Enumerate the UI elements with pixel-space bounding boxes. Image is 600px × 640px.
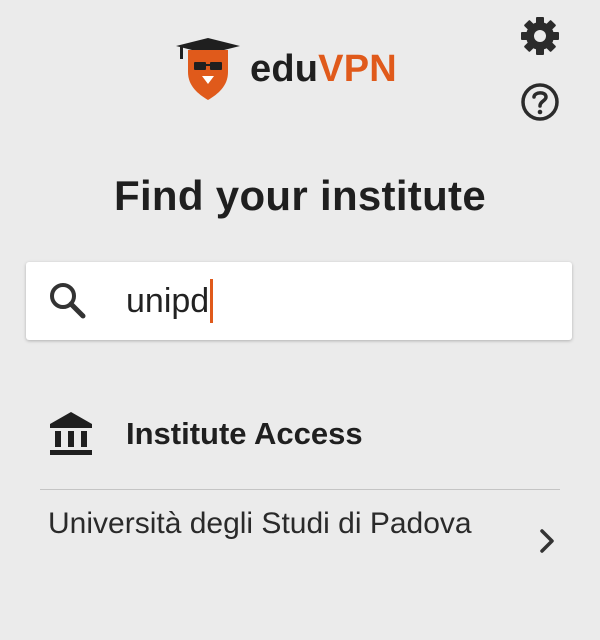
search-icon — [50, 283, 86, 319]
list-item-institute[interactable]: Università degli Studi di Padova — [40, 496, 570, 592]
logo-text-edu: edu — [250, 48, 319, 90]
search-value-wrapper[interactable]: unipd — [126, 279, 214, 323]
settings-button[interactable] — [518, 14, 562, 58]
logo-text-vpn: VPN — [318, 48, 397, 90]
edu-vpn-logo: eduVPN — [172, 36, 397, 102]
header: eduVPN — [0, 0, 600, 130]
search-value[interactable]: unipd — [126, 282, 209, 321]
institution-icon — [50, 412, 92, 455]
divider — [40, 489, 560, 490]
section-label: Institute Access — [126, 416, 363, 451]
logo-text: eduVPN — [250, 50, 397, 88]
text-caret — [210, 279, 214, 323]
section-institute-access: Institute Access — [48, 410, 363, 458]
help-circle-icon — [521, 83, 559, 121]
page-title: Find your institute — [113, 172, 486, 219]
gear-icon — [521, 17, 559, 55]
search-input[interactable]: unipd — [26, 262, 572, 340]
list-item-label: Università degli Studi di Padova — [48, 507, 472, 540]
help-button[interactable] — [518, 80, 562, 124]
edu-vpn-logo-icon — [176, 38, 240, 100]
chevron-right-icon — [540, 529, 554, 553]
